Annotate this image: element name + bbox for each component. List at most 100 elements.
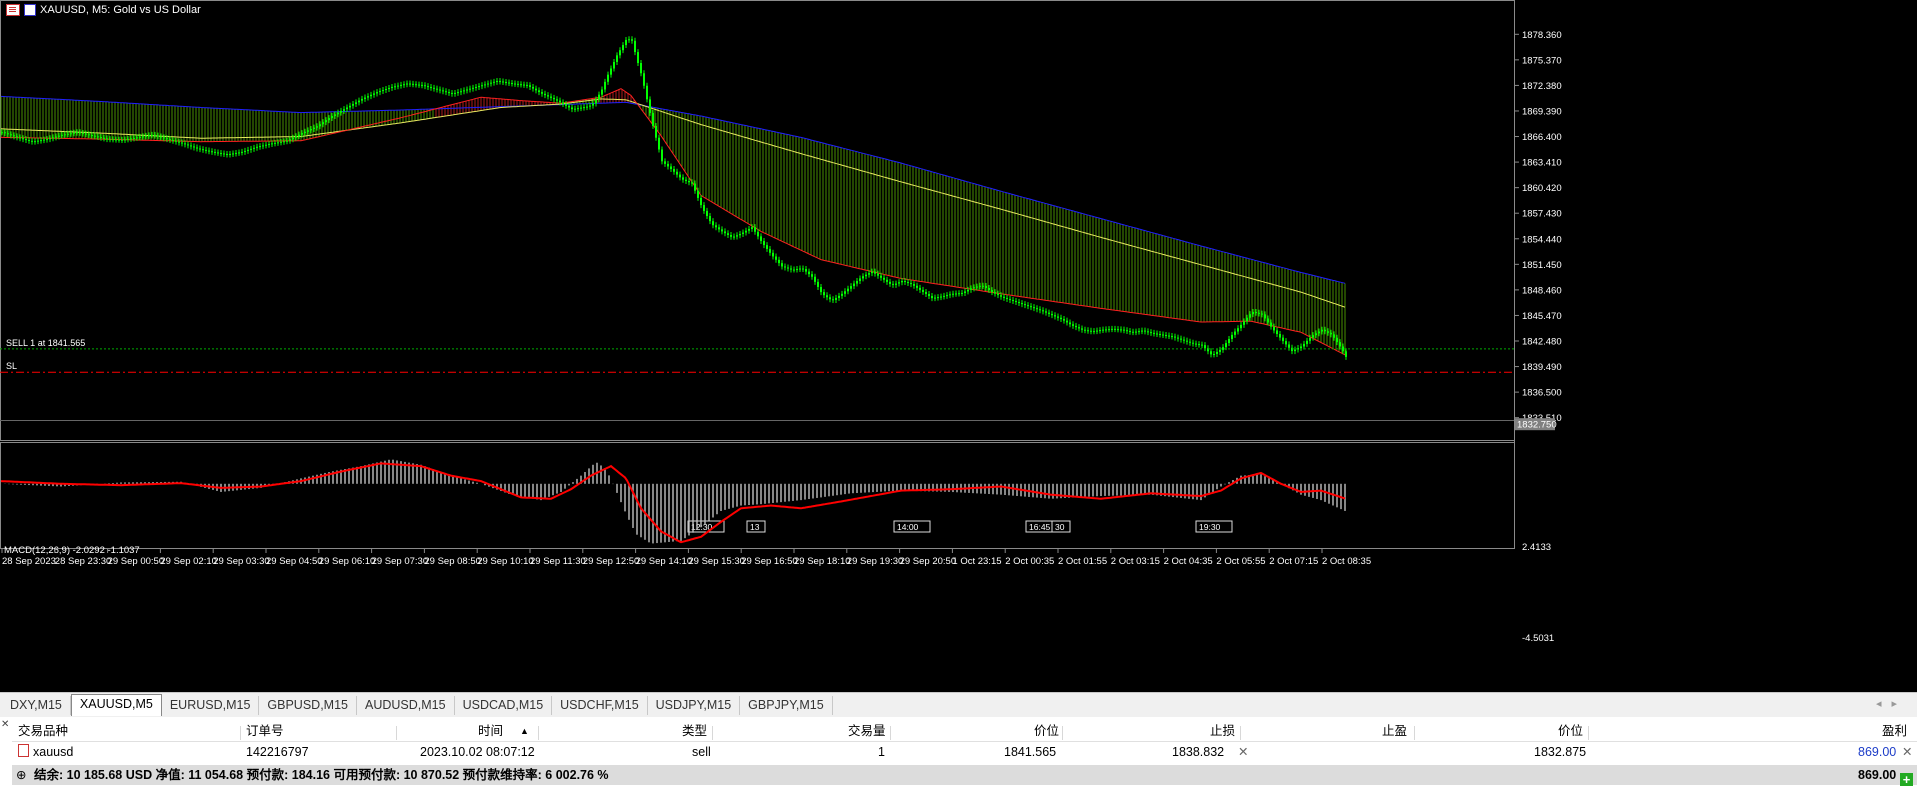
- candle-body: [577, 108, 579, 110]
- col-profit[interactable]: 盈利: [1882, 722, 1907, 741]
- col-divider[interactable]: [1062, 726, 1063, 740]
- col-tp[interactable]: 止盈: [1382, 722, 1407, 741]
- col-divider[interactable]: [538, 726, 539, 740]
- candle-body: [493, 81, 495, 83]
- col-volume[interactable]: 交易量: [848, 722, 886, 741]
- candle-body: [1300, 346, 1302, 349]
- col-divider[interactable]: [396, 726, 397, 740]
- candle-body: [451, 92, 453, 94]
- candle-body: [1021, 303, 1023, 305]
- candle-body: [70, 133, 72, 135]
- candle-body: [982, 285, 984, 287]
- candle-body: [889, 281, 891, 284]
- candle-body: [928, 293, 930, 297]
- candle-body: [574, 108, 576, 110]
- col-sl[interactable]: 止损: [1210, 722, 1235, 741]
- tab-xauusd-m5[interactable]: XAUUSD,M5: [70, 694, 162, 716]
- col-divider[interactable]: [240, 726, 241, 740]
- order-sl[interactable]: 1838.832: [1172, 743, 1224, 762]
- tab-usdcad-m15[interactable]: USDCAD,M15: [455, 696, 553, 715]
- candle-body: [1090, 330, 1092, 332]
- candle-body: [544, 93, 546, 96]
- tab-audusd-m15[interactable]: AUDUSD,M15: [357, 696, 455, 715]
- candle-body: [409, 83, 411, 85]
- candle-body: [478, 86, 480, 88]
- candle-body: [1252, 312, 1254, 315]
- candle-body: [466, 89, 468, 91]
- candle-body: [1243, 321, 1245, 325]
- candle-body: [145, 135, 147, 137]
- candle-body: [1129, 331, 1131, 333]
- candle-body: [211, 151, 213, 153]
- tab-eurusd-m15[interactable]: EURUSD,M15: [162, 696, 260, 715]
- col-type[interactable]: 类型: [682, 722, 707, 741]
- candle-body: [238, 152, 240, 154]
- chart-svg[interactable]: 1878.360 1875.370 1872.380 1869.390 1866.400…: [0, 0, 1917, 692]
- candle-body: [430, 86, 432, 88]
- candle-body: [862, 276, 864, 279]
- candle-body: [331, 116, 333, 119]
- tab-dxy-m15[interactable]: DXY,M15: [2, 696, 71, 715]
- candle-body: [79, 132, 81, 134]
- candle-body: [271, 143, 273, 145]
- col-divider[interactable]: [1588, 726, 1589, 740]
- candle-body: [1327, 331, 1329, 333]
- chart-area[interactable]: 1878.360 1875.370 1872.380 1869.390 1866.400…: [0, 0, 1917, 692]
- tab-usdjpy-m15[interactable]: USDJPY,M15: [648, 696, 741, 715]
- candle-body: [106, 138, 108, 140]
- candle-body: [1210, 351, 1212, 355]
- candle-body: [406, 83, 408, 85]
- chart-menu-icon[interactable]: [6, 4, 20, 16]
- candle-body: [484, 84, 486, 86]
- remove-sl-icon[interactable]: ✕: [1238, 743, 1248, 762]
- tab-gbpusd-m15[interactable]: GBPUSD,M15: [259, 696, 357, 715]
- chart-window-icon[interactable]: [24, 4, 36, 16]
- candle-body: [439, 89, 441, 91]
- sort-asc-icon[interactable]: ▲: [520, 722, 529, 741]
- candle-body: [388, 87, 390, 90]
- candle-body: [382, 90, 384, 92]
- candle-body: [1093, 331, 1095, 333]
- col-ticket[interactable]: 订单号: [246, 722, 284, 741]
- candle-body: [487, 83, 489, 85]
- candle-body: [505, 81, 507, 83]
- tab-usdchf-m15[interactable]: USDCHF,M15: [552, 696, 648, 715]
- candle-body: [994, 292, 996, 294]
- order-row[interactable]: xauusd 142216797 2023.10.02 08:07:12 sel…: [12, 743, 1917, 762]
- candle-body: [124, 139, 126, 141]
- price-tick-label: 1836.500: [1522, 388, 1562, 399]
- col-divider[interactable]: [890, 726, 891, 740]
- candle-body: [721, 229, 723, 232]
- add-icon[interactable]: +: [1900, 768, 1913, 788]
- tab-gbpjpy-m15[interactable]: GBPJPY,M15: [740, 696, 833, 715]
- expand-icon[interactable]: ⊕: [16, 765, 26, 785]
- col-divider[interactable]: [1240, 726, 1241, 740]
- col-price[interactable]: 价位: [1034, 722, 1059, 741]
- candle-body: [1237, 328, 1239, 332]
- candle-body: [1117, 329, 1119, 331]
- candle-body: [586, 106, 588, 108]
- col-divider[interactable]: [1414, 726, 1415, 740]
- candle-body: [646, 85, 648, 100]
- candle-body: [223, 153, 225, 155]
- col-time[interactable]: 时间: [478, 722, 503, 741]
- tab-scroll-arrows-icon[interactable]: ◂▸: [1876, 697, 1907, 710]
- col-symbol[interactable]: 交易品种: [18, 722, 68, 741]
- terminal-close-icon[interactable]: ✕: [1, 719, 9, 730]
- col-cur-price[interactable]: 价位: [1558, 722, 1583, 741]
- order-symbol: xauusd: [18, 743, 73, 762]
- candle-body: [1294, 349, 1296, 352]
- candle-body: [841, 293, 843, 296]
- macd-histogram: [4, 459, 1346, 544]
- candle-body: [1102, 329, 1104, 331]
- candle-body: [751, 227, 753, 229]
- time-tick-label: 2 Oct 00:35: [1005, 556, 1054, 567]
- candle-body: [334, 114, 336, 117]
- close-order-icon[interactable]: ✕: [1902, 743, 1912, 762]
- time-tick-label: 29 Sep 19:30: [847, 556, 904, 567]
- candle-body: [463, 90, 465, 92]
- candle-body: [235, 152, 237, 154]
- candle-body: [277, 142, 279, 144]
- candle-body: [685, 179, 687, 181]
- col-divider[interactable]: [712, 726, 713, 740]
